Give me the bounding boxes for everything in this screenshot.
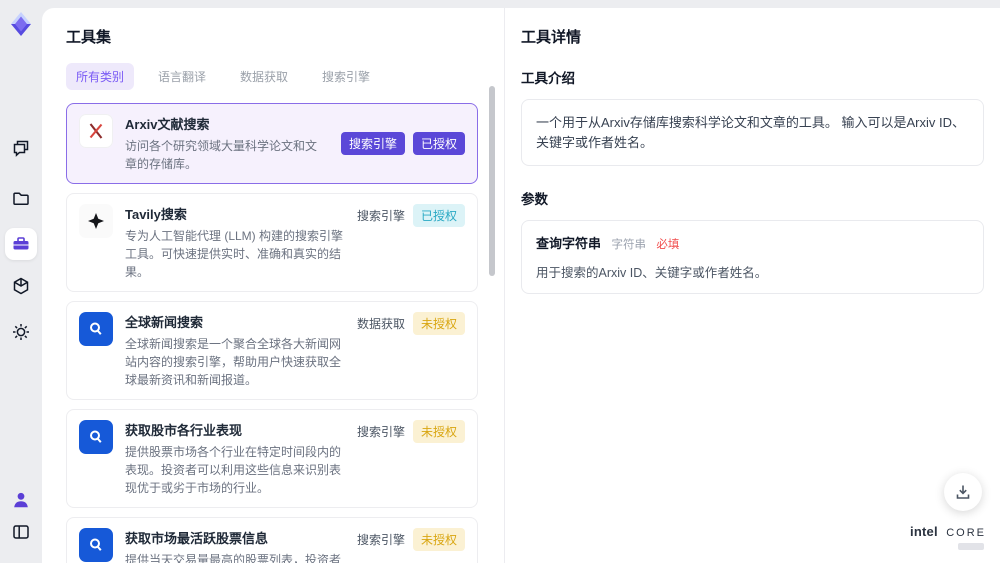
tool-description: 提供股票市场各个行业在特定时间段内的表现。投资者可以利用这些信息来识别表现优于或… bbox=[125, 445, 342, 495]
auth-status-badge: 已授权 bbox=[412, 132, 465, 155]
auth-status-badge: 已授权 bbox=[412, 204, 465, 227]
download-icon bbox=[956, 485, 970, 499]
chat-icon bbox=[13, 140, 29, 157]
sidebar-rail bbox=[0, 0, 42, 563]
parameter-name: 查询字符串 bbox=[536, 236, 602, 251]
tool-description: 全球新闻搜索是一个聚合全球各大新闻网站内容的搜索引擎，帮助用户快速获取全球最新资… bbox=[125, 337, 342, 387]
folder-icon bbox=[13, 192, 29, 205]
parameter-card: 查询字符串 字符串 必填 用于搜索的Arxiv ID、关键字或作者姓名。 bbox=[521, 220, 984, 294]
tool-card-tavily[interactable]: Tavily搜索 专为人工智能代理 (LLM) 构建的搜索引擎工具。可快速提供实… bbox=[66, 193, 478, 292]
tool-card-text: 获取股市各行业表现 提供股票市场各个行业在特定时间段内的表现。投资者可以利用这些… bbox=[125, 420, 345, 497]
category-badge: 数据获取 bbox=[356, 317, 405, 331]
toolbox-icon bbox=[13, 237, 29, 250]
intel-sub-badge bbox=[958, 543, 984, 550]
sidebar-item-settings[interactable] bbox=[0, 322, 42, 342]
tool-card-text: Tavily搜索 专为人工智能代理 (LLM) 构建的搜索引擎工具。可快速提供实… bbox=[125, 204, 345, 281]
blue-search-icon bbox=[79, 528, 113, 562]
collapse-panel-icon bbox=[13, 525, 29, 539]
tool-description: 专为人工智能代理 (LLM) 构建的搜索引擎工具。可快速提供实时、准确和真实的结… bbox=[125, 229, 344, 279]
tool-badges: 搜索引擎 未授权 bbox=[357, 528, 465, 551]
sidebar-collapse-button[interactable] bbox=[0, 522, 42, 542]
tool-intro-box: 一个用于从Arxiv存储库搜索科学论文和文章的工具。 输入可以是Arxiv ID… bbox=[521, 99, 984, 166]
tool-name: 获取股市各行业表现 bbox=[125, 423, 243, 438]
params-section-title: 参数 bbox=[521, 192, 548, 207]
tool-card-list: Arxiv文献搜索 访问各个研究领域大量科学论文和文章的存储库。 搜索引擎 已授… bbox=[66, 103, 478, 563]
settings-gear-icon bbox=[13, 324, 29, 340]
intro-section-title: 工具介绍 bbox=[521, 71, 575, 86]
tool-description: 提供当天交易量最高的股票列表，投资者可以利用这些信息来识别流动性强的股票和潜在的… bbox=[125, 553, 342, 563]
tool-card-active-stocks[interactable]: 获取市场最活跃股票信息 提供当天交易量最高的股票列表，投资者可以利用这些信息来识… bbox=[66, 517, 478, 563]
tool-name: 获取市场最活跃股票信息 bbox=[125, 531, 269, 546]
logo-gem-icon bbox=[11, 12, 31, 36]
parameter-required-flag: 必填 bbox=[656, 239, 680, 251]
category-badge: 搜索引擎 bbox=[356, 425, 405, 439]
sidebar-item-files[interactable] bbox=[0, 189, 42, 209]
parameter-type: 字符串 bbox=[611, 239, 646, 251]
parameter-description: 用于搜索的Arxiv ID、关键字或作者姓名。 bbox=[536, 266, 768, 280]
tool-name: Tavily搜索 bbox=[125, 207, 187, 222]
sidebar-item-tools-active[interactable] bbox=[5, 228, 37, 260]
intel-core-wordmark: intel CORE bbox=[910, 523, 986, 541]
tool-name: 全球新闻搜索 bbox=[125, 315, 204, 330]
category-badge: 搜索引擎 bbox=[356, 209, 405, 223]
core-word: CORE bbox=[946, 527, 986, 539]
tool-badges: 搜索引擎 已授权 bbox=[357, 204, 465, 227]
sidebar-item-models[interactable] bbox=[0, 276, 42, 296]
tool-card-text: 全球新闻搜索 全球新闻搜索是一个聚合全球各大新闻网站内容的搜索引擎，帮助用户快速… bbox=[125, 312, 345, 389]
sidebar-item-account[interactable] bbox=[0, 490, 42, 510]
tab-data-fetch[interactable]: 数据获取 bbox=[230, 63, 298, 90]
user-icon bbox=[14, 492, 28, 508]
tab-search-engine[interactable]: 搜索引擎 bbox=[312, 63, 380, 90]
package-icon bbox=[13, 277, 29, 295]
tool-card-arxiv[interactable]: Arxiv文献搜索 访问各个研究领域大量科学论文和文章的存储库。 搜索引擎 已授… bbox=[66, 103, 478, 184]
category-badge: 搜索引擎 bbox=[356, 533, 405, 547]
download-button[interactable] bbox=[944, 473, 982, 511]
tool-list-panel: 工具集 所有类别 语言翻译 数据获取 搜索引擎 Arxiv文献搜索 访问各个研究… bbox=[42, 8, 505, 563]
tool-detail-panel: 工具详情 工具介绍 一个用于从Arxiv存储库搜索科学论文和文章的工具。 输入可… bbox=[505, 8, 1000, 563]
tool-name: Arxiv文献搜索 bbox=[125, 117, 210, 132]
tab-all-categories[interactable]: 所有类别 bbox=[66, 63, 135, 90]
category-badge: 搜索引擎 bbox=[340, 132, 405, 155]
tab-language-translation[interactable]: 语言翻译 bbox=[148, 63, 216, 90]
tool-badges: 搜索引擎 已授权 bbox=[340, 132, 465, 155]
tool-card-stock-sectors[interactable]: 获取股市各行业表现 提供股票市场各个行业在特定时间段内的表现。投资者可以利用这些… bbox=[66, 409, 478, 508]
sidebar-item-chat[interactable] bbox=[0, 138, 42, 158]
app-logo[interactable] bbox=[0, 10, 42, 38]
auth-status-badge: 未授权 bbox=[412, 312, 465, 335]
parameter-header: 查询字符串 字符串 必填 bbox=[536, 233, 969, 253]
blue-search-icon bbox=[79, 420, 113, 454]
list-scrollbar-thumb[interactable] bbox=[489, 86, 495, 276]
category-tabs: 所有类别 语言翻译 数据获取 搜索引擎 bbox=[66, 63, 504, 90]
blue-search-icon bbox=[79, 312, 113, 346]
auth-status-badge: 未授权 bbox=[412, 420, 465, 443]
tool-card-global-news[interactable]: 全球新闻搜索 全球新闻搜索是一个聚合全球各大新闻网站内容的搜索引擎，帮助用户快速… bbox=[66, 301, 478, 400]
auth-status-badge: 未授权 bbox=[412, 528, 465, 551]
tool-description: 访问各个研究领域大量科学论文和文章的存储库。 bbox=[125, 139, 318, 171]
tool-card-text: Arxiv文献搜索 访问各个研究领域大量科学论文和文章的存储库。 bbox=[125, 114, 329, 173]
tool-badges: 搜索引擎 未授权 bbox=[357, 420, 465, 443]
tavily-star-icon bbox=[79, 204, 113, 238]
tool-card-text: 获取市场最活跃股票信息 提供当天交易量最高的股票列表，投资者可以利用这些信息来识… bbox=[125, 528, 345, 563]
page-title: 工具集 bbox=[66, 29, 112, 46]
tool-badges: 数据获取 未授权 bbox=[357, 312, 465, 335]
detail-title: 工具详情 bbox=[521, 29, 582, 46]
intel-core-logo: intel CORE bbox=[910, 523, 986, 550]
arxiv-icon bbox=[79, 114, 113, 148]
main-panel: 工具集 所有类别 语言翻译 数据获取 搜索引擎 Arxiv文献搜索 访问各个研究… bbox=[42, 8, 1000, 563]
intel-word: intel bbox=[910, 524, 938, 539]
